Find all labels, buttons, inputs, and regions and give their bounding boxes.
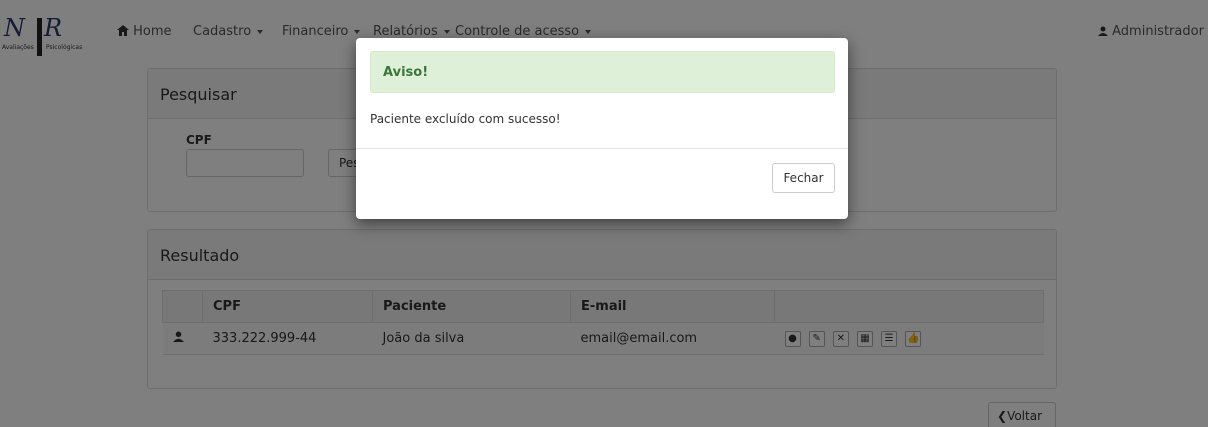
alert-modal: Aviso! Paciente excluído com sucesso! Fe… <box>356 38 848 219</box>
alert-message: Paciente excluído com sucesso! <box>370 112 561 126</box>
modal-footer: Fechar <box>356 148 848 219</box>
close-button[interactable]: Fechar <box>772 163 835 193</box>
alert-title: Aviso! <box>370 51 835 93</box>
